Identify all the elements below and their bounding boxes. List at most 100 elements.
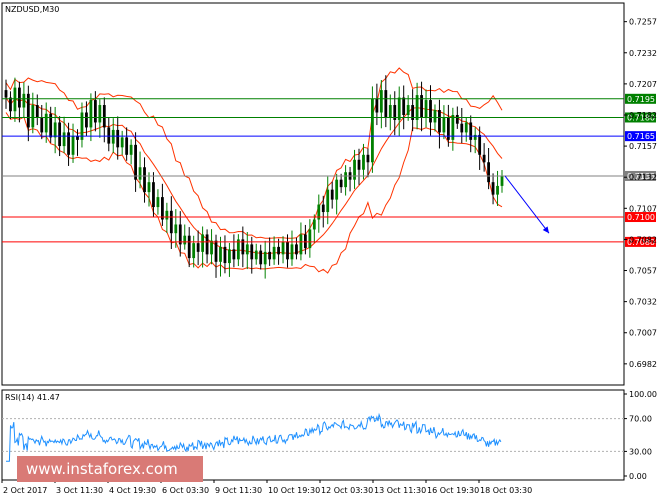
candle-body bbox=[232, 249, 236, 260]
candle-body bbox=[120, 137, 124, 148]
watermark-text: www.instaforex.com bbox=[26, 460, 178, 478]
rsi-tick-label: 30.00 bbox=[629, 447, 652, 456]
candle-body bbox=[228, 249, 231, 264]
candle-body bbox=[93, 100, 97, 123]
candle-body bbox=[44, 113, 48, 133]
candle-body bbox=[210, 240, 213, 255]
candle-body bbox=[223, 246, 227, 264]
candle-body bbox=[438, 110, 441, 133]
candle-body bbox=[22, 93, 26, 108]
rsi-tick-label: 0.00 bbox=[629, 472, 647, 481]
candle-body bbox=[362, 154, 365, 170]
candle-body bbox=[388, 105, 392, 118]
time-tick-label: 6 Oct 03:30 bbox=[162, 486, 209, 495]
candle-body bbox=[107, 127, 111, 144]
candle-body bbox=[482, 154, 486, 163]
candle-body bbox=[406, 105, 410, 115]
candle-body bbox=[335, 179, 339, 200]
candle-body bbox=[98, 105, 102, 123]
candle-body bbox=[9, 97, 12, 112]
candle-body bbox=[384, 90, 388, 118]
candle-body bbox=[85, 112, 88, 128]
candle-body bbox=[116, 129, 120, 148]
candle-body bbox=[496, 185, 499, 195]
candle-body bbox=[111, 129, 115, 144]
price-tick-label: 0.7107 bbox=[629, 204, 657, 213]
candle-body bbox=[344, 172, 348, 188]
candle-body bbox=[397, 97, 401, 120]
time-tick-label: 12 Oct 03:30 bbox=[321, 486, 373, 495]
candle-body bbox=[174, 224, 178, 234]
price-tick-label: 0.7032 bbox=[629, 298, 657, 307]
candle-body bbox=[169, 210, 173, 234]
candle-body bbox=[277, 246, 280, 255]
candle-body bbox=[295, 244, 298, 255]
candle-body bbox=[424, 100, 428, 118]
candle-body bbox=[353, 159, 356, 180]
candle-body bbox=[321, 204, 325, 213]
candle-body bbox=[18, 87, 21, 108]
candle-body bbox=[442, 117, 446, 133]
candle-body bbox=[286, 241, 289, 260]
chart-title: NZDUSD,M30 bbox=[5, 5, 59, 14]
price-tick-label: 0.7157 bbox=[629, 142, 657, 151]
candle-body bbox=[138, 167, 142, 180]
candle-body bbox=[312, 219, 316, 230]
candle-body bbox=[290, 244, 294, 260]
candle-body bbox=[192, 243, 196, 259]
candle-body bbox=[299, 234, 303, 255]
candle-body bbox=[308, 229, 312, 249]
candle-body bbox=[326, 189, 330, 213]
candle-body bbox=[429, 100, 432, 123]
candle-body bbox=[205, 234, 209, 255]
candle-body bbox=[272, 246, 276, 260]
rsi-axis: 100.00 70.00 30.00 0.00 bbox=[624, 390, 657, 481]
candle-body bbox=[201, 234, 205, 252]
candle-body bbox=[254, 250, 258, 260]
time-tick-label: 3 Oct 11:30 bbox=[56, 486, 103, 495]
time-axis: 2 Oct 2017 3 Oct 11:30 4 Oct 19:30 6 Oct 03… bbox=[1, 480, 532, 495]
candle-body bbox=[491, 182, 495, 195]
price-tick-label: 0.7132 bbox=[629, 173, 657, 182]
candle-body bbox=[478, 134, 482, 155]
candle-body bbox=[40, 117, 44, 133]
main-plot-frame bbox=[1, 2, 625, 386]
price-tick-label: 0.7007 bbox=[629, 329, 657, 338]
candle-body bbox=[214, 240, 218, 262]
candle-body bbox=[160, 197, 164, 220]
candle-body bbox=[152, 182, 155, 208]
candle-body bbox=[250, 244, 254, 260]
candle-body bbox=[455, 114, 459, 124]
candle-body bbox=[13, 87, 17, 112]
candle-body bbox=[375, 98, 379, 113]
price-tick-label: 0.6982 bbox=[629, 360, 657, 369]
candle-body bbox=[62, 132, 66, 147]
candle-body bbox=[379, 90, 383, 113]
level-label: 0.7100 bbox=[627, 213, 655, 222]
time-tick-label: 10 Oct 19:30 bbox=[268, 486, 320, 495]
time-tick-label: 18 Oct 03:30 bbox=[480, 486, 532, 495]
time-tick-label: 4 Oct 19:30 bbox=[109, 486, 156, 495]
candle-body bbox=[357, 159, 361, 170]
level-label: 0.7165 bbox=[627, 132, 655, 141]
rsi-label: RSI(14) 41.47 bbox=[5, 393, 60, 402]
candle-body bbox=[339, 179, 343, 188]
price-chart: NZDUSD,M30 RSI(14) 41.47 0.71950.71800.7… bbox=[1, 2, 657, 495]
candle-body bbox=[76, 136, 79, 140]
candle-body bbox=[303, 234, 307, 249]
price-tick-label: 0.7207 bbox=[629, 80, 657, 89]
candle-body bbox=[147, 182, 151, 193]
candle-body bbox=[89, 100, 93, 128]
candle-body bbox=[259, 250, 263, 265]
candle-body bbox=[245, 244, 249, 255]
candle-body bbox=[464, 122, 468, 133]
candle-body bbox=[134, 144, 137, 180]
time-tick-label: 16 Oct 19:30 bbox=[427, 486, 479, 495]
level-label: 0.7195 bbox=[627, 95, 655, 104]
rsi-tick-label: 70.00 bbox=[629, 415, 652, 424]
candle-body bbox=[187, 235, 191, 259]
candle-body bbox=[143, 167, 146, 193]
rsi-tick-label: 100.00 bbox=[629, 390, 657, 399]
price-tick-label: 0.7257 bbox=[629, 18, 657, 27]
time-tick-label: 9 Oct 11:30 bbox=[215, 486, 262, 495]
